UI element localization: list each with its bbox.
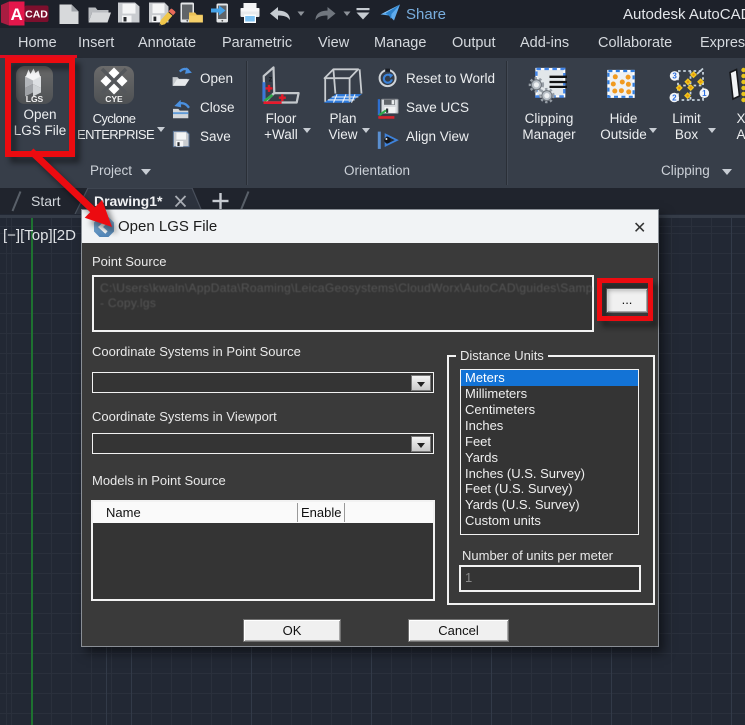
svg-text:3: 3 — [672, 72, 677, 81]
svg-text:A: A — [10, 5, 22, 24]
svg-text:z: z — [269, 75, 273, 84]
svg-text:CAD: CAD — [25, 9, 48, 21]
svg-text:2: 2 — [672, 93, 677, 102]
svg-text:CYE: CYE — [105, 94, 123, 104]
svg-text:1: 1 — [702, 89, 707, 98]
svg-text:LGS: LGS — [26, 94, 44, 104]
